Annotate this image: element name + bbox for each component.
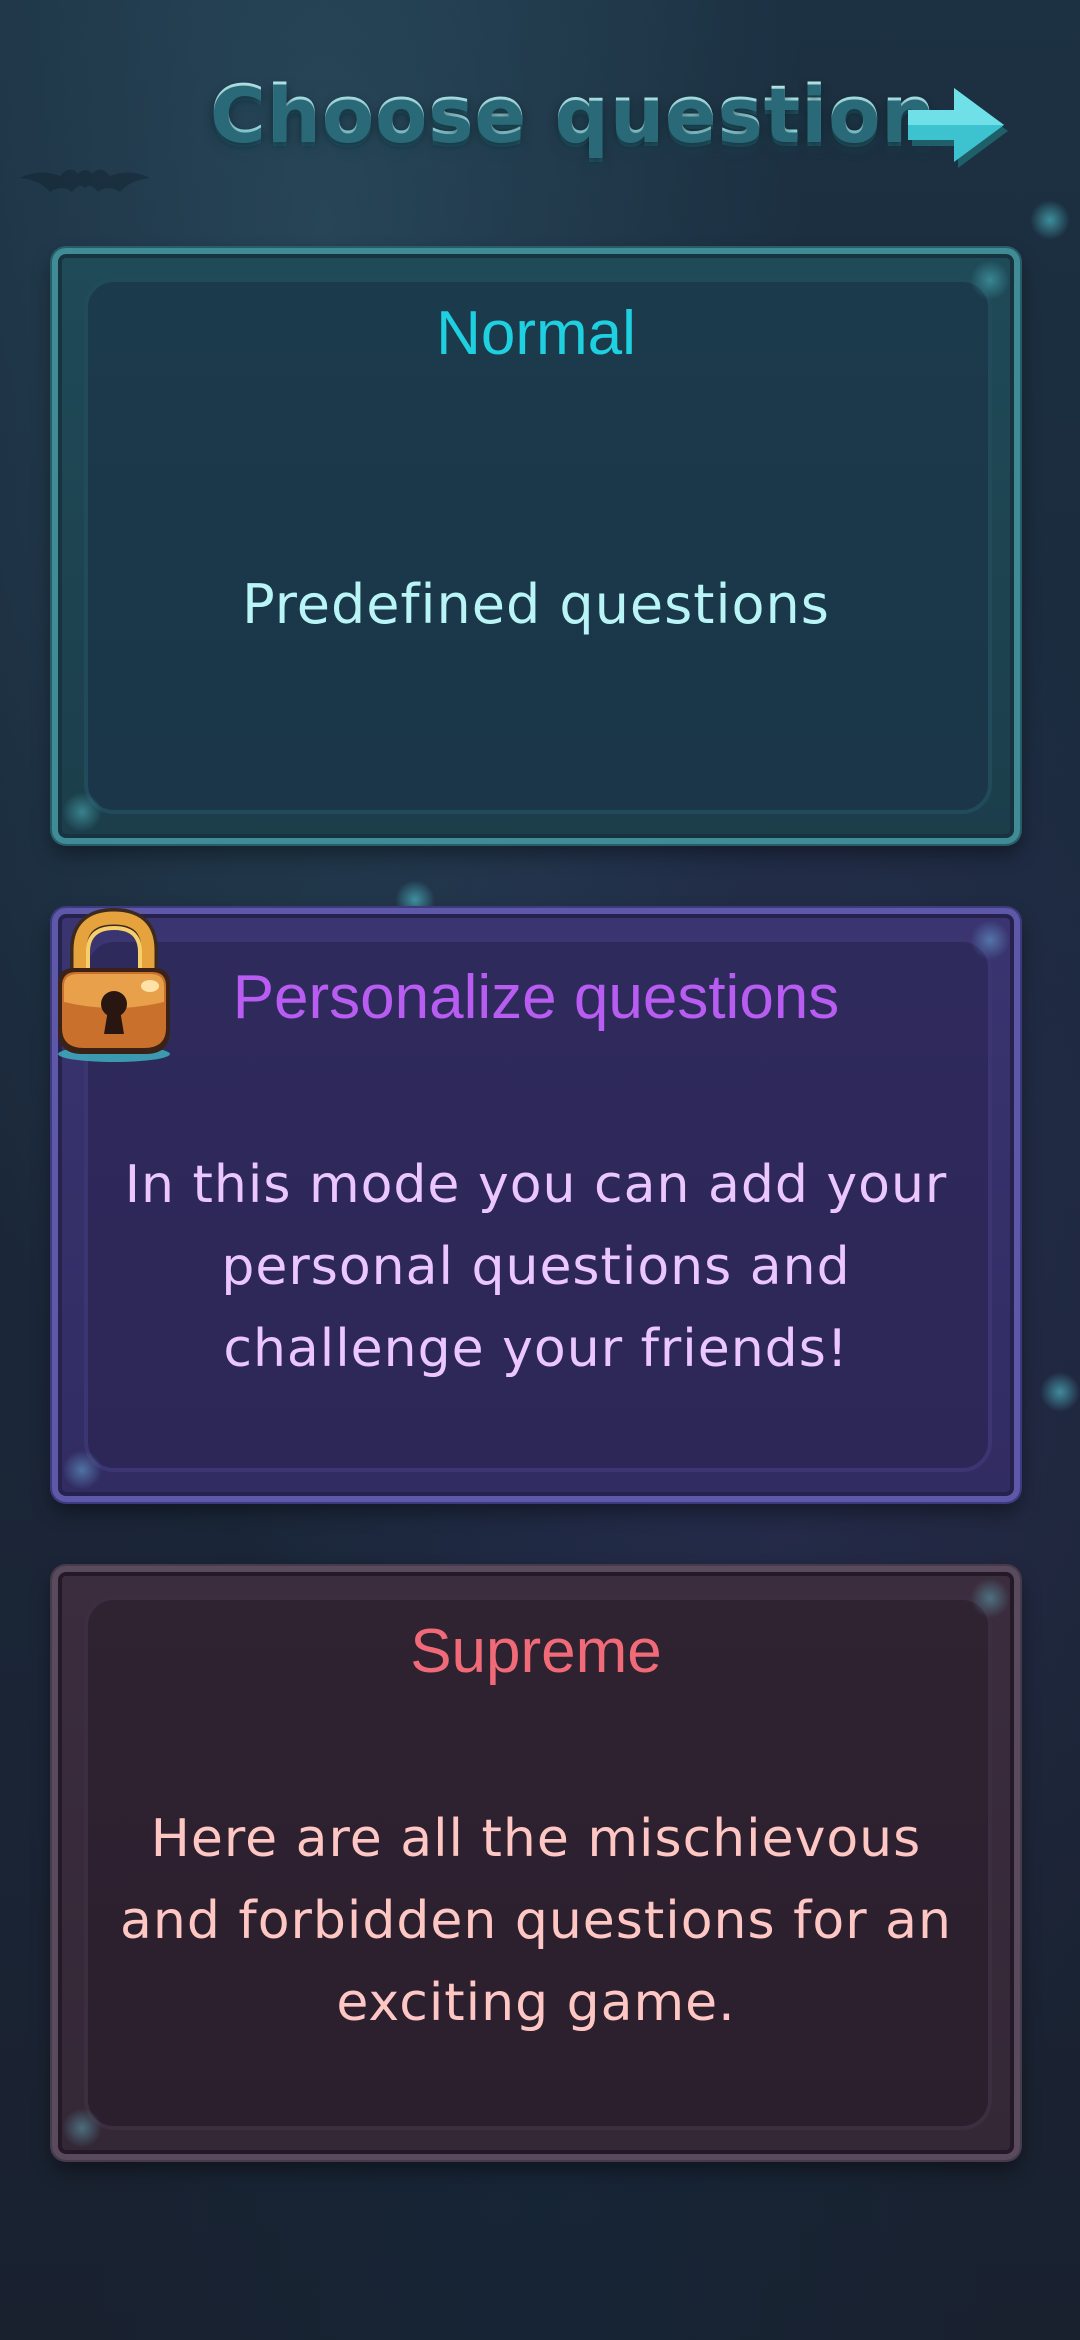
mode-title: Personalize questions xyxy=(232,963,840,1032)
corner-ornament xyxy=(62,1450,102,1490)
mode-card-supreme[interactable]: Supreme Here are all the mischievous and… xyxy=(52,1566,1020,2160)
mode-description: In this mode you can add your personal q… xyxy=(124,1155,948,1379)
mode-description: Predefined questions xyxy=(242,573,830,636)
corner-ornament xyxy=(62,2108,102,2148)
mode-description: Here are all the mischievous and forbidd… xyxy=(120,1809,952,2033)
padlock-icon xyxy=(58,907,170,1062)
corner-ornament xyxy=(970,920,1010,960)
header: Choose question xyxy=(0,60,1080,180)
corner-ornament xyxy=(970,260,1010,300)
mode-card-normal[interactable]: Normal Predefined questions xyxy=(52,248,1020,844)
arrow-right-icon[interactable] xyxy=(900,80,1010,170)
mode-title: Supreme xyxy=(410,1617,662,1686)
page-title: Choose question xyxy=(210,68,937,157)
mode-title: Normal xyxy=(436,299,636,368)
corner-ornament xyxy=(62,792,102,832)
corner-ornament xyxy=(970,1578,1010,1618)
background-spark xyxy=(1040,1372,1080,1412)
mode-card-personalize[interactable]: Personalize questions In this mode you c… xyxy=(52,908,1020,1502)
background-spark xyxy=(1030,200,1070,240)
